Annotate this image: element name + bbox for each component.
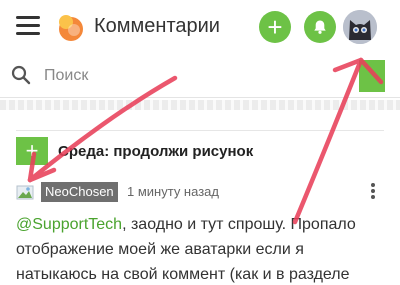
user-avatar[interactable] [343, 10, 377, 44]
app-logo[interactable] [55, 13, 85, 41]
comment-author[interactable]: NeoChosen [41, 182, 118, 202]
hamburger-icon[interactable] [16, 16, 40, 36]
page-title: Комментарии [94, 15, 220, 37]
search-bar [0, 54, 400, 98]
post-expand-button[interactable]: + [16, 137, 48, 165]
more-options-icon[interactable] [370, 183, 376, 201]
bell-icon [314, 20, 326, 34]
comment-time[interactable]: 1 минуту назад [127, 184, 219, 199]
search-submit-button[interactable] [359, 60, 385, 92]
divider [16, 130, 384, 131]
add-button[interactable]: + [259, 11, 291, 43]
post-title[interactable]: Среда: продолжи рисунок [58, 143, 253, 160]
comment-text: @SupportTech, заодно и тут спрошу. Пропа… [16, 212, 388, 285]
notifications-button[interactable] [304, 11, 336, 43]
search-icon[interactable] [10, 64, 32, 86]
user-image-icon [16, 185, 34, 200]
search-input[interactable] [44, 64, 294, 88]
separator [0, 100, 400, 110]
top-bar: Комментарии + [0, 0, 400, 54]
mention-link[interactable]: @SupportTech [16, 216, 122, 233]
cat-avatar-icon [343, 10, 377, 44]
